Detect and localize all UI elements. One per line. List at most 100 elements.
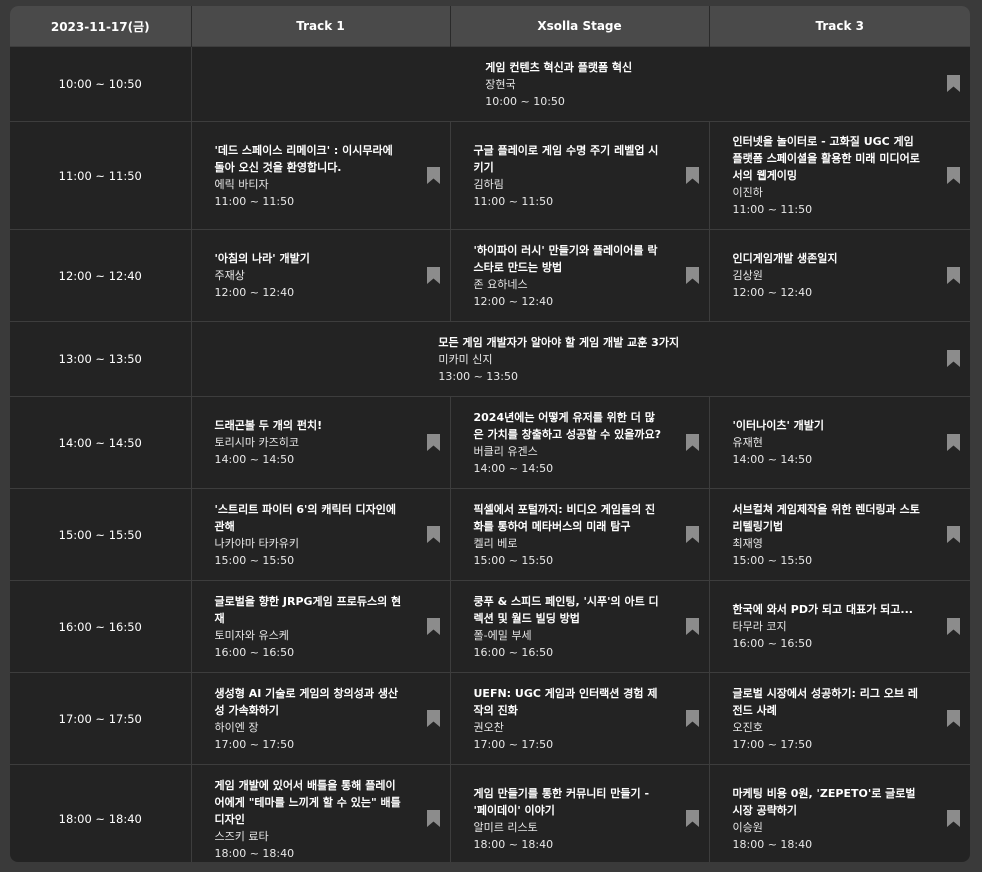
session-card[interactable]: 게임 컨텐츠 혁신과 플랫폼 혁신 장현국 10:00 ~ 10:50 [192, 47, 971, 121]
bookmark-icon[interactable] [946, 266, 961, 285]
session-card[interactable]: 생성형 AI 기술로 게임의 창의성과 생산성 가속화하기 하이엔 장 17:00 … [192, 673, 450, 764]
time-slot: 15:00 ~ 15:50 [10, 488, 192, 581]
session-card[interactable]: '데드 스페이스 리메이크' : 이시무라에 돌아 오신 것을 환영합니다. 에릭… [192, 122, 450, 229]
session-cell: '하이파이 러시' 만들기와 플레이어를 락스타로 만드는 방법 존 요하네스 12… [450, 229, 710, 322]
session-card[interactable]: 픽셀에서 포털까지: 비디오 게임들의 진화를 통하여 메타버스의 미래 탐구 켈… [451, 489, 709, 580]
session-title: 게임 만들기를 통한 커뮤니티 만들기 - '페이데이' 이야기 [473, 787, 650, 817]
schedule-body: 10:00 ~ 10:50 게임 컨텐츠 혁신과 플랫폼 혁신 장현국 10:00 ~… [10, 46, 971, 862]
session-title: 생성형 AI 기술로 게임의 창의성과 생산성 가속화하기 [214, 686, 399, 717]
bookmark-icon[interactable] [426, 709, 441, 728]
session-speaker: 유재현 [732, 436, 763, 449]
session-card[interactable]: '아침의 나라' 개발기주재상 12:00 ~ 12:40 [192, 230, 450, 321]
bookmark-icon[interactable] [426, 433, 441, 452]
session-cell: UEFN: UGC 게임과 인터랙션 경험 제작의 진화 권오찬 17:00 ~ 1… [450, 672, 710, 765]
session-title: 2024년에는 어떻게 유저를 위한 더 많은 가치를 창출하고 성공할 수 있… [473, 410, 661, 441]
session-title: 게임 컨텐츠 혁신과 플랫폼 혁신 [485, 60, 633, 74]
schedule-row: 12:00 ~ 12:40 '아침의 나라' 개발기주재상 12:00 ~ 12:4… [10, 229, 971, 322]
session-card[interactable]: '스트리트 파이터 6'의 캐릭터 디자인에 관해 나카야마 타카유키 15:00 … [192, 489, 450, 580]
full-session-cell: 게임 컨텐츠 혁신과 플랫폼 혁신 장현국 10:00 ~ 10:50 [191, 46, 971, 122]
session-card[interactable]: 게임 개발에 있어서 배틀을 통해 플레이어에게 "테마를 느끼게 할 수 있는… [192, 765, 450, 862]
session-speaker: 토리시마 카즈히코 [214, 436, 299, 449]
bookmark-icon[interactable] [685, 433, 700, 452]
bookmark-icon[interactable] [426, 525, 441, 544]
session-speaker: 타무라 코지 [732, 620, 787, 633]
bookmark-icon[interactable] [946, 809, 961, 828]
bookmark-icon[interactable] [946, 709, 961, 728]
session-time: 18:00 ~ 18:40 [214, 846, 295, 860]
schedule-row: 15:00 ~ 15:50 '스트리트 파이터 6'의 캐릭터 디자인에 관해 나카… [10, 488, 971, 581]
schedule-row: 11:00 ~ 11:50 '데드 스페이스 리메이크' : 이시무라에 돌아 오… [10, 121, 971, 230]
bookmark-icon[interactable] [946, 433, 961, 452]
session-title: '이터나이츠' 개발기 [732, 419, 825, 432]
bookmark-icon[interactable] [685, 617, 700, 636]
bookmark-icon[interactable] [946, 349, 961, 368]
session-title: 인디게임개발 생존일지 [732, 252, 838, 265]
session-card[interactable]: 인터넷을 놀이터로 - 고화질 UGC 게임 플랫폼 스페이셜을 활용한 미래 … [710, 122, 971, 229]
session-info: 모든 게임 개발자가 알아야 할 게임 개발 교훈 3가지 미카미 신지 13:00… [438, 334, 723, 385]
session-time: 12:00 ~ 12:40 [214, 286, 295, 299]
session-info: 글로벌을 향한 JRPG게임 프로듀스의 현재 토미자와 유스케 16:00 ~ 1… [192, 593, 450, 661]
session-card[interactable]: 쿵푸 & 스피드 페인팅, '시푸'의 아트 디렉션 및 월드 빌딩 방법 폴-에… [451, 581, 709, 672]
session-card[interactable]: 드래곤볼 두 개의 펀치! 토리시마 카즈히코 14:00 ~ 14:50 [192, 397, 450, 488]
session-speaker: 주재상 [214, 269, 245, 282]
session-cell: 게임 만들기를 통한 커뮤니티 만들기 - '페이데이' 이야기 알미르 리스토 1… [450, 764, 710, 862]
session-card[interactable]: 구글 플레이로 게임 수명 주기 레벨업 시키기 김하림 11:00 ~ 11:50 [451, 122, 709, 229]
session-card[interactable]: 마케팅 비용 0원, 'ZEPETO'로 글로벌 시장 공략하기 이승원 18:00… [710, 765, 971, 862]
bookmark-icon[interactable] [946, 74, 961, 93]
session-time: 18:00 ~ 18:40 [732, 838, 813, 851]
session-card[interactable]: 게임 만들기를 통한 커뮤니티 만들기 - '페이데이' 이야기 알미르 리스토 1… [451, 765, 709, 862]
session-speaker: 권오찬 [473, 720, 504, 734]
session-time: 15:00 ~ 15:50 [473, 553, 554, 567]
session-card[interactable]: 글로벌 시장에서 성공하기: 리그 오브 레전드 사례 오진호 17:00 ~ 17… [710, 673, 971, 764]
session-cell: '데드 스페이스 리메이크' : 이시무라에 돌아 오신 것을 환영합니다. 에릭… [191, 121, 451, 230]
session-cell: 픽셀에서 포털까지: 비디오 게임들의 진화를 통하여 메타버스의 미래 탐구 켈… [450, 488, 710, 581]
session-card[interactable]: 글로벌을 향한 JRPG게임 프로듀스의 현재 토미자와 유스케 16:00 ~ 1… [192, 581, 450, 672]
session-time: 15:00 ~ 15:50 [732, 553, 813, 567]
session-info: '이터나이츠' 개발기유재현 14:00 ~ 14:50 [710, 417, 869, 468]
bookmark-icon[interactable] [685, 809, 700, 828]
session-card[interactable]: '이터나이츠' 개발기유재현 14:00 ~ 14:50 [710, 397, 971, 488]
time-slot: 17:00 ~ 17:50 [10, 672, 192, 765]
session-time: 14:00 ~ 14:50 [732, 453, 813, 466]
full-session-cell: 모든 게임 개발자가 알아야 할 게임 개발 교훈 3가지 미카미 신지 13:00… [191, 321, 971, 397]
bookmark-icon[interactable] [685, 266, 700, 285]
bookmark-icon[interactable] [946, 166, 961, 185]
bookmark-icon[interactable] [426, 809, 441, 828]
session-info: 한국에 와서 PD가 되고 대표가 되고... 타무라 코지 16:00 ~ 16:… [710, 601, 957, 652]
bookmark-icon[interactable] [946, 525, 961, 544]
session-card[interactable]: 2024년에는 어떻게 유저를 위한 더 많은 가치를 창출하고 성공할 수 있… [451, 397, 709, 488]
session-time: 10:00 ~ 10:50 [485, 94, 565, 108]
session-title: '아침의 나라' 개발기 [214, 252, 310, 265]
bookmark-icon[interactable] [426, 166, 441, 185]
session-time: 16:00 ~ 16:50 [473, 645, 554, 659]
session-card[interactable]: 한국에 와서 PD가 되고 대표가 되고... 타무라 코지 16:00 ~ 16:… [710, 581, 971, 672]
session-time: 18:00 ~ 18:40 [473, 838, 554, 851]
session-speaker: 폴-에밀 부세 [473, 628, 532, 642]
session-cell: '이터나이츠' 개발기유재현 14:00 ~ 14:50 [709, 396, 971, 489]
session-time: 11:00 ~ 11:50 [473, 194, 554, 208]
session-card[interactable]: UEFN: UGC 게임과 인터랙션 경험 제작의 진화 권오찬 17:00 ~ 1… [451, 673, 709, 764]
session-cell: 마케팅 비용 0원, 'ZEPETO'로 글로벌 시장 공략하기 이승원 18:00… [709, 764, 971, 862]
bookmark-icon[interactable] [946, 617, 961, 636]
session-info: 쿵푸 & 스피드 페인팅, '시푸'의 아트 디렉션 및 월드 빌딩 방법 폴-에… [451, 593, 709, 661]
session-card[interactable]: 모든 게임 개발자가 알아야 할 게임 개발 교훈 3가지 미카미 신지 13:00… [192, 322, 971, 396]
bookmark-icon[interactable] [685, 709, 700, 728]
session-title: 글로벌 시장에서 성공하기: 리그 오브 레전드 사례 [732, 686, 918, 717]
session-card[interactable]: 인디게임개발 생존일지 김상원 12:00 ~ 12:40 [710, 230, 971, 321]
session-card[interactable]: '하이파이 러시' 만들기와 플레이어를 락스타로 만드는 방법 존 요하네스 12… [451, 230, 709, 321]
session-speaker: 하이엔 장 [214, 720, 259, 734]
session-title: 드래곤볼 두 개의 펀치! [214, 419, 323, 432]
session-cell: 인디게임개발 생존일지 김상원 12:00 ~ 12:40 [709, 229, 971, 322]
session-info: 드래곤볼 두 개의 펀치! 토리시마 카즈히코 14:00 ~ 14:50 [192, 417, 367, 468]
time-slot: 10:00 ~ 10:50 [10, 46, 192, 122]
session-info: 게임 컨텐츠 혁신과 플랫폼 혁신 장현국 10:00 ~ 10:50 [485, 59, 676, 110]
session-info: UEFN: UGC 게임과 인터랙션 경험 제작의 진화 권오찬 17:00 ~ 1… [451, 685, 709, 753]
session-info: 픽셀에서 포털까지: 비디오 게임들의 진화를 통하여 메타버스의 미래 탐구 켈… [451, 501, 709, 569]
session-speaker: 김하림 [473, 177, 504, 191]
bookmark-icon[interactable] [426, 266, 441, 285]
bookmark-icon[interactable] [685, 525, 700, 544]
bookmark-icon[interactable] [685, 166, 700, 185]
bookmark-icon[interactable] [426, 617, 441, 636]
session-speaker: 오진호 [732, 720, 763, 734]
session-card[interactable]: 서브컬쳐 게임제작을 위한 렌더링과 스토리텔링기법 최재영 15:00 ~ 15:… [710, 489, 971, 580]
